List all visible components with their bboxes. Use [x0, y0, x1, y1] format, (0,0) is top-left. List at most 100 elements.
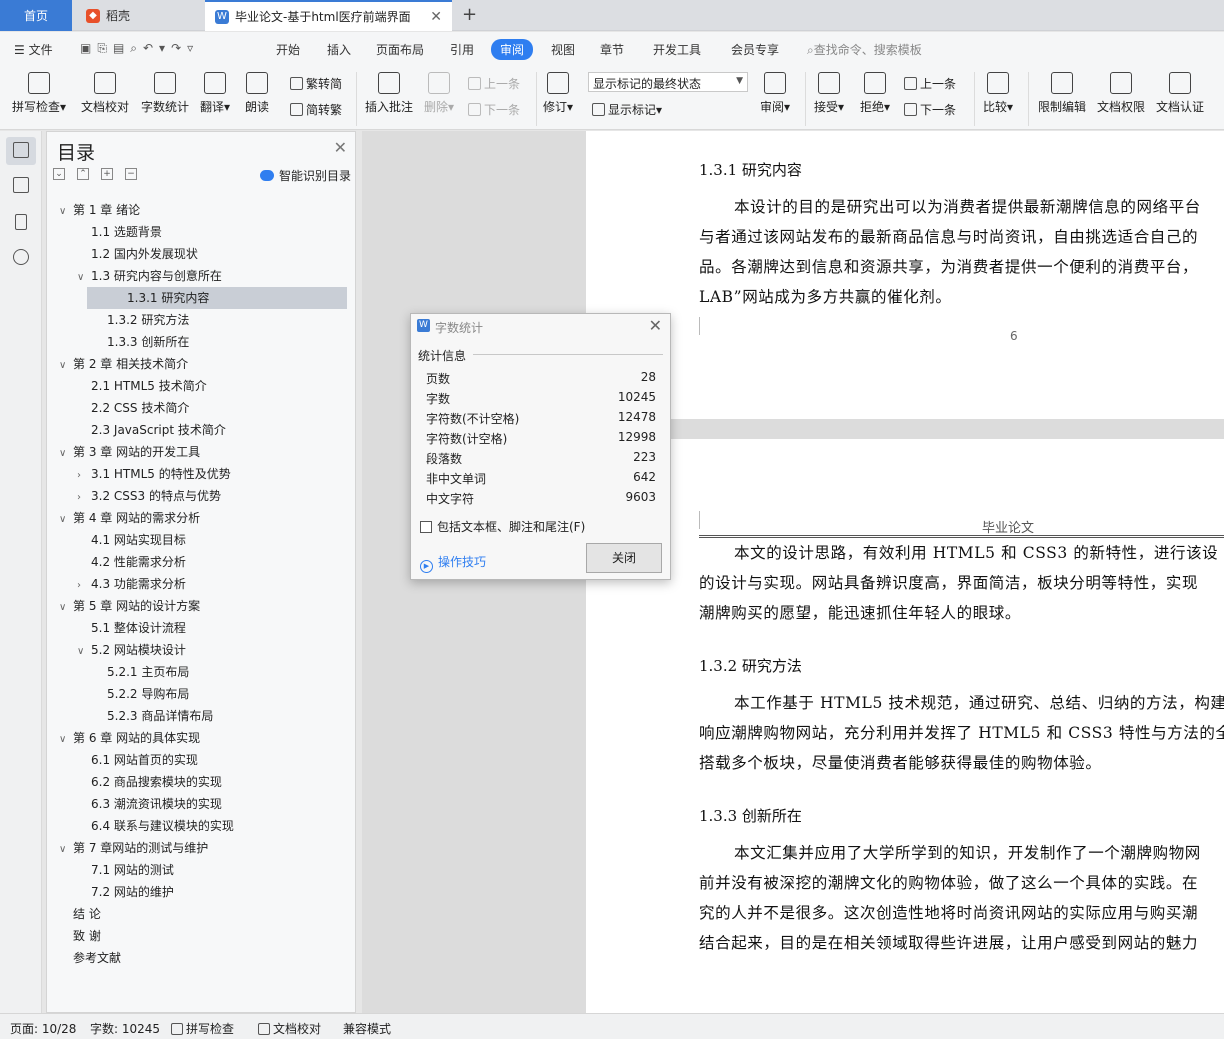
toc-item[interactable]: 2.1 HTML5 技术简介	[77, 375, 207, 397]
toc-item[interactable]: 1.3.3 创新所在	[93, 331, 189, 353]
command-search[interactable]: ⌕查找命令、搜索模板	[807, 41, 922, 58]
search-icon[interactable]	[13, 249, 29, 265]
navigation-icon[interactable]	[13, 177, 29, 193]
restrict-edit-button[interactable]: 限制编辑	[1038, 72, 1086, 115]
toc-icon[interactable]	[13, 142, 29, 158]
expand-up-icon[interactable]: ⌃	[77, 168, 89, 180]
toc-item[interactable]: ∨ 第 6 章 网站的具体实现	[59, 727, 200, 749]
menu-insert[interactable]: 插入	[327, 41, 351, 58]
toc-item[interactable]: 参考文献	[59, 947, 121, 969]
collapse-all-icon[interactable]: ⌄	[53, 168, 65, 180]
chevron-down-icon[interactable]: ∨	[59, 355, 73, 377]
proof-status[interactable]: 文档校对	[258, 1020, 321, 1037]
word-count-button[interactable]: 字数统计	[141, 72, 189, 115]
trad-to-simp-button[interactable]: 繁转简	[290, 75, 342, 92]
toc-item[interactable]: 1.2 国内外发展现状	[77, 243, 198, 265]
toc-item[interactable]: ∨ 第 4 章 网站的需求分析	[59, 507, 200, 529]
chevron-down-icon[interactable]: ∨	[77, 267, 91, 289]
chevron-down-icon[interactable]: ∨	[59, 201, 73, 223]
page-indicator[interactable]: 页面: 10/28	[10, 1020, 76, 1037]
menu-layout[interactable]: 页面布局	[376, 41, 424, 58]
toc-item[interactable]: 1.3.2 研究方法	[93, 309, 189, 331]
delete-comment-button[interactable]: 删除▾	[424, 72, 454, 115]
close-tab-icon[interactable]: ✕	[430, 9, 442, 25]
next-comment-button[interactable]: 下一条	[468, 101, 520, 118]
toc-item[interactable]: ∨ 第 7 章网站的测试与维护	[59, 837, 208, 859]
doc-check-button[interactable]: 文档校对	[81, 72, 129, 115]
toc-item[interactable]: 6.4 联系与建议模块的实现	[77, 815, 234, 837]
chevron-down-icon[interactable]: ∨	[59, 729, 73, 751]
toc-item[interactable]: › 3.2 CSS3 的特点与优势	[77, 485, 221, 507]
document-page[interactable]: 1.3.1 研究内容 本设计的目的是研究出可以为消费者提供最新潮牌信息的网络平台…	[586, 131, 1224, 1013]
close-icon[interactable]: ✕	[649, 316, 662, 335]
chevron-right-icon[interactable]: ›	[77, 487, 91, 509]
toc-item[interactable]: › 4.3 功能需求分析	[77, 573, 186, 595]
toc-item[interactable]: 致 谢	[59, 925, 101, 947]
remove-heading-icon[interactable]: −	[125, 168, 137, 180]
toc-item[interactable]: 5.2.2 导购布局	[93, 683, 189, 705]
toc-item[interactable]: 4.1 网站实现目标	[77, 529, 186, 551]
markup-state-select[interactable]: 显示标记的最终状态 ▼	[588, 72, 748, 92]
tab-document[interactable]: W 毕业论文-基于html医疗前端界面 ✕	[205, 0, 452, 31]
quick-access-toolbar[interactable]: ▣⎘▤⌕↶▾↷▿	[80, 41, 199, 56]
toc-item[interactable]: 1.3.1 研究内容	[87, 287, 347, 309]
insert-comment-button[interactable]: 插入批注	[365, 72, 413, 115]
add-heading-icon[interactable]: +	[101, 168, 113, 180]
toc-item[interactable]: 5.2.3 商品详情布局	[93, 705, 213, 727]
compare-button[interactable]: 比较▾	[983, 72, 1013, 115]
chevron-down-icon[interactable]: ∨	[59, 839, 73, 861]
dialog-titlebar[interactable]: W 字数统计	[411, 314, 670, 338]
simp-to-trad-button[interactable]: 简转繁	[290, 101, 342, 118]
toc-item[interactable]: ∨ 第 3 章 网站的开发工具	[59, 441, 200, 463]
toc-item[interactable]: ∨ 第 2 章 相关技术简介	[59, 353, 188, 375]
toc-item[interactable]: 2.2 CSS 技术简介	[77, 397, 189, 419]
prev-comment-button[interactable]: 上一条	[468, 75, 520, 92]
smart-toc-button[interactable]: 智能识别目录	[259, 167, 351, 184]
chevron-right-icon[interactable]: ›	[77, 575, 91, 597]
track-changes-button[interactable]: 修订▾	[543, 72, 573, 115]
show-markup-button[interactable]: 显示标记▾	[592, 101, 662, 118]
accept-button[interactable]: 接受▾	[814, 72, 844, 115]
menu-chapter[interactable]: 章节	[600, 41, 624, 58]
review-pane-button[interactable]: 审阅▾	[760, 72, 790, 115]
toc-item[interactable]: 6.1 网站首页的实现	[77, 749, 198, 771]
toc-item[interactable]: 7.1 网站的测试	[77, 859, 174, 881]
menu-references[interactable]: 引用	[450, 41, 474, 58]
reject-button[interactable]: 拒绝▾	[860, 72, 890, 115]
word-count-indicator[interactable]: 字数: 10245	[90, 1020, 160, 1037]
include-textbox-checkbox[interactable]: 包括文本框、脚注和尾注(F)	[420, 518, 585, 535]
toc-item[interactable]: 5.2.1 主页布局	[93, 661, 189, 683]
toc-item[interactable]: 结 论	[59, 903, 101, 925]
chevron-down-icon[interactable]: ∨	[59, 443, 73, 465]
tips-link[interactable]: ▶ 操作技巧	[420, 553, 486, 573]
chevron-down-icon[interactable]: ∨	[59, 509, 73, 531]
toc-item[interactable]: 5.1 整体设计流程	[77, 617, 186, 639]
close-icon[interactable]: ✕	[334, 138, 347, 157]
bookmark-icon[interactable]	[15, 214, 27, 230]
doc-certify-button[interactable]: 文档认证	[1156, 72, 1204, 115]
chevron-down-icon[interactable]: ∨	[77, 641, 91, 663]
menu-developer[interactable]: 开发工具	[653, 41, 701, 58]
tab-daoke[interactable]: ◆ 稻壳	[74, 0, 200, 31]
toc-item[interactable]: ∨ 1.3 研究内容与创意所在	[77, 265, 222, 287]
close-button[interactable]: 关闭	[586, 543, 662, 573]
toc-item[interactable]: 2.3 JavaScript 技术简介	[77, 419, 226, 441]
menu-member[interactable]: 会员专享	[731, 41, 779, 58]
new-tab-icon[interactable]: +	[462, 4, 477, 25]
toc-item[interactable]: 6.3 潮流资讯模块的实现	[77, 793, 222, 815]
toc-item[interactable]: ∨ 5.2 网站模块设计	[77, 639, 186, 661]
menu-view[interactable]: 视图	[551, 41, 575, 58]
chevron-down-icon[interactable]: ∨	[59, 597, 73, 619]
next-change-button[interactable]: 下一条	[904, 101, 956, 118]
translate-button[interactable]: 翻译▾	[200, 72, 230, 115]
toc-item[interactable]: ∨ 第 5 章 网站的设计方案	[59, 595, 200, 617]
tab-home[interactable]: 首页	[0, 0, 72, 31]
menu-start[interactable]: 开始	[276, 41, 300, 58]
toc-item[interactable]: 6.2 商品搜索模块的实现	[77, 771, 222, 793]
read-aloud-button[interactable]: 朗读	[245, 72, 269, 115]
toc-item[interactable]: ∨ 第 1 章 绪论	[59, 199, 140, 221]
menu-review[interactable]: 审阅	[491, 39, 534, 60]
file-menu[interactable]: ☰ 文件	[14, 41, 53, 58]
spell-check-status[interactable]: 拼写检查	[171, 1020, 234, 1037]
prev-change-button[interactable]: 上一条	[904, 75, 956, 92]
